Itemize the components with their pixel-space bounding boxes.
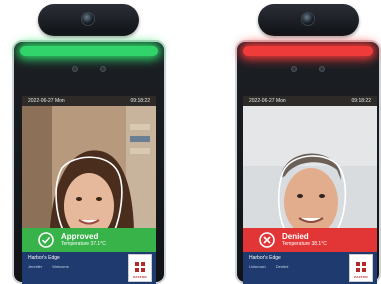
- logo: PAXTON: [349, 254, 373, 282]
- logo-mark-icon: [135, 262, 145, 272]
- camera-lens-icon: [81, 12, 95, 26]
- status-bar: 2022-06-27 Mon 09:18:22: [243, 96, 377, 106]
- time-text: 09:18:22: [130, 98, 150, 104]
- camera-module: [258, 4, 359, 36]
- temperature-text: Temperature 38.1°C: [282, 240, 327, 247]
- logo-text: PAXTON: [354, 275, 368, 279]
- status-led-strip: [243, 46, 373, 56]
- screen: 2022-06-27 Mon 09:18:22: [22, 96, 156, 284]
- x-circle-icon: [259, 232, 275, 248]
- screen: 2022-06-27 Mon 09:18:22: [243, 96, 377, 284]
- sensor-right-icon: [100, 66, 106, 72]
- info-label-1: Unknown: [249, 264, 266, 269]
- sensor-left-icon: [72, 66, 78, 72]
- tablet-frame: 2022-06-27 Mon 09:18:22: [235, 40, 381, 284]
- temperature-text: Temperature 37.1°C: [61, 240, 106, 247]
- status-led-strip: [20, 46, 158, 56]
- info-label-2: Denied: [275, 264, 289, 269]
- device-approved: 2022-06-27 Mon 09:18:22 Approved Tempera…: [0, 0, 190, 284]
- status-bar: 2022-06-27 Mon 09:18:22: [22, 96, 156, 106]
- info-label-1: Jennifer: [28, 264, 43, 269]
- info-label-2: Welcome: [52, 264, 69, 269]
- sensor-left-icon: [291, 66, 297, 72]
- logo-text: PAXTON: [133, 275, 147, 279]
- device-denied: 2022-06-27 Mon 09:18:22 Denied Temperatu…: [222, 0, 381, 284]
- result-banner-approved: Approved Temperature 37.1°C: [22, 228, 156, 252]
- time-text: 09:18:22: [351, 98, 371, 104]
- date-text: 2022-06-27 Mon: [28, 98, 65, 104]
- result-banner-denied: Denied Temperature 38.1°C: [243, 228, 377, 252]
- date-text: 2022-06-27 Mon: [249, 98, 286, 104]
- tablet-frame: 2022-06-27 Mon 09:18:22: [12, 40, 166, 284]
- logo: PAXTON: [128, 254, 152, 282]
- logo-mark-icon: [356, 262, 366, 272]
- check-circle-icon: [38, 232, 54, 248]
- sensor-right-icon: [319, 66, 325, 72]
- camera-module: [38, 4, 139, 36]
- camera-lens-icon: [301, 12, 315, 26]
- info-panel: Harbor's Edge Unknown Denied PAXTON: [243, 252, 377, 284]
- info-panel: Harbor's Edge Jennifer Welcome PAXTON: [22, 252, 156, 284]
